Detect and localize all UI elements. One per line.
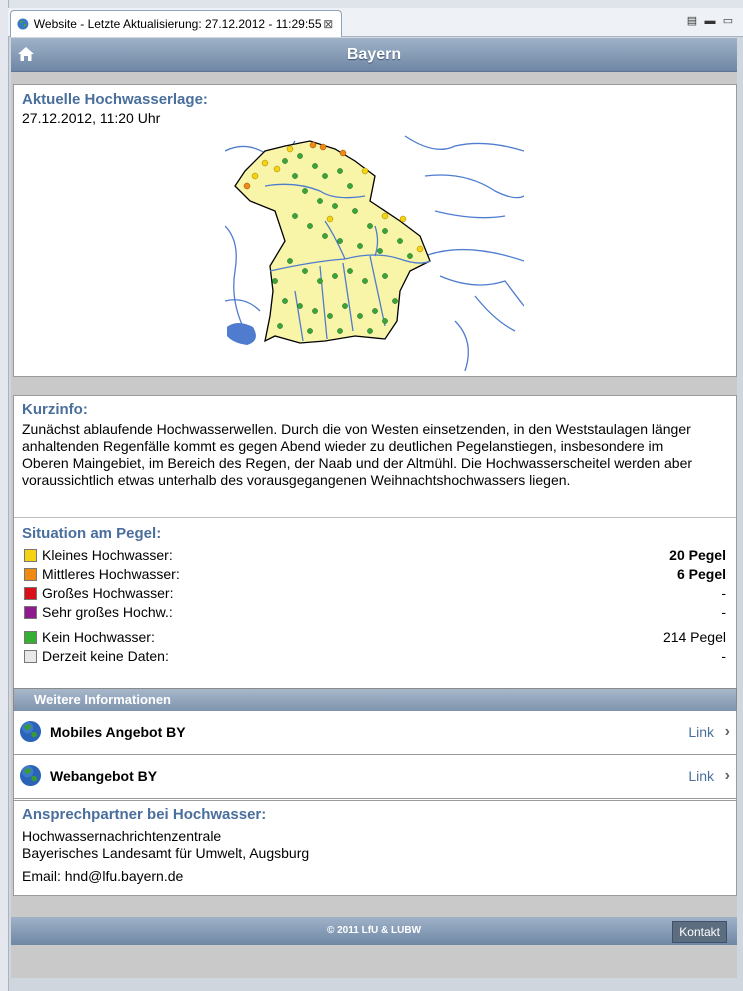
window-controls: ▤ ▬ ▭ <box>685 14 735 28</box>
legend-value: 214 Pegel <box>662 629 726 645</box>
kurzinfo-text: Zunächst ablaufende Hochwasserwellen. Du… <box>22 421 693 488</box>
minimize-icon[interactable]: ▬ <box>703 14 717 28</box>
copyright: © 2011 LfU & LUBW <box>326 925 422 936</box>
legend-row: Kleines Hochwasser: 20 Pegel <box>22 546 726 565</box>
globe-icon <box>19 764 42 787</box>
more-info-bar: Weitere Informationen <box>13 688 737 712</box>
situation-datetime: 27.12.2012, 11:20 Uhr <box>22 110 161 126</box>
top-frame <box>0 0 743 8</box>
globe-icon <box>19 720 42 743</box>
legend-value: - <box>721 604 726 620</box>
legend-row: Sehr großes Hochw.: - <box>22 603 726 622</box>
contact-heading: Ansprechpartner bei Hochwasser: <box>22 806 267 823</box>
page-title: Bayern <box>346 46 402 63</box>
contact-panel: Ansprechpartner bei Hochwasser: Hochwass… <box>13 800 737 896</box>
link-label[interactable]: Link <box>688 768 714 784</box>
contact-line2: Bayerisches Landesamt für Umwelt, Augsbu… <box>22 845 310 861</box>
legend-label: Derzeit keine Daten: <box>42 648 169 664</box>
legend-swatch <box>24 587 37 600</box>
legend-row: Mittleres Hochwasser: 6 Pegel <box>22 565 726 584</box>
link-title: Mobiles Angebot BY <box>50 724 186 740</box>
bavaria-flood-map[interactable] <box>225 131 524 371</box>
contact-line1: Hochwassernachrichtenzentrale <box>22 828 222 844</box>
legend-row: Kein Hochwasser: 214 Pegel <box>22 628 726 647</box>
more-info-heading: Weitere Informationen <box>34 692 172 707</box>
maximize-icon[interactable]: ▭ <box>721 14 735 28</box>
tab-website[interactable]: Website - Letzte Aktualisierung: 27.12.2… <box>10 10 342 37</box>
chevron-right-icon: › <box>724 767 730 784</box>
legend-row: Derzeit keine Daten: - <box>22 647 726 666</box>
legend-value: 6 Pegel <box>676 566 726 582</box>
kurzinfo-heading: Kurzinfo: <box>22 401 88 418</box>
tab-bar: Website - Letzte Aktualisierung: 27.12.2… <box>8 8 743 37</box>
legend-swatch <box>24 606 37 619</box>
divider <box>14 517 736 518</box>
legend-swatch <box>24 549 37 562</box>
legend-swatch <box>24 650 37 663</box>
link-row-mobile[interactable]: Mobiles Angebot BY Link › <box>13 711 737 755</box>
legend-label: Sehr großes Hochw.: <box>42 604 173 620</box>
legend-value: - <box>721 585 726 601</box>
tab-title: Website - Letzte Aktualisierung: 27.12.2… <box>33 17 322 31</box>
page-footer: © 2011 LfU & LUBW Kontakt <box>11 917 737 945</box>
legend-label: Kleines Hochwasser: <box>42 547 173 563</box>
legend-value: 20 Pegel <box>669 547 726 563</box>
situation-pegel-heading: Situation am Pegel: <box>22 525 162 542</box>
view-menu-icon[interactable]: ▤ <box>685 14 699 28</box>
kontakt-button[interactable]: Kontakt <box>672 921 727 943</box>
globe-icon <box>17 18 29 30</box>
legend-label: Kein Hochwasser: <box>42 629 155 645</box>
legend-label: Großes Hochwasser: <box>42 585 174 601</box>
flood-situation-panel: Aktuelle Hochwasserlage: 27.12.2012, 11:… <box>13 84 737 377</box>
situation-heading: Aktuelle Hochwasserlage: <box>22 91 208 108</box>
legend-label: Mittleres Hochwasser: <box>42 566 180 582</box>
legend-swatch <box>24 568 37 581</box>
gauge-legend: Kleines Hochwasser: 20 Pegel Mittleres Hoc… <box>22 546 726 666</box>
link-row-web[interactable]: Webangebot BY Link › <box>13 755 737 799</box>
chevron-right-icon: › <box>724 723 730 740</box>
legend-value: - <box>721 648 726 664</box>
legend-row: Großes Hochwasser: - <box>22 584 726 603</box>
link-label[interactable]: Link <box>688 724 714 740</box>
left-side-strip <box>0 0 9 991</box>
contact-email[interactable]: Email: hnd@lfu.bayern.de <box>22 868 183 885</box>
close-tab-icon[interactable]: ⊠ <box>322 17 335 31</box>
web-page: Bayern Aktuelle Hochwasserlage: 27.12.20… <box>11 38 737 978</box>
link-title: Webangebot BY <box>50 768 158 784</box>
page-header: Bayern <box>11 38 737 72</box>
legend-swatch <box>24 631 37 644</box>
